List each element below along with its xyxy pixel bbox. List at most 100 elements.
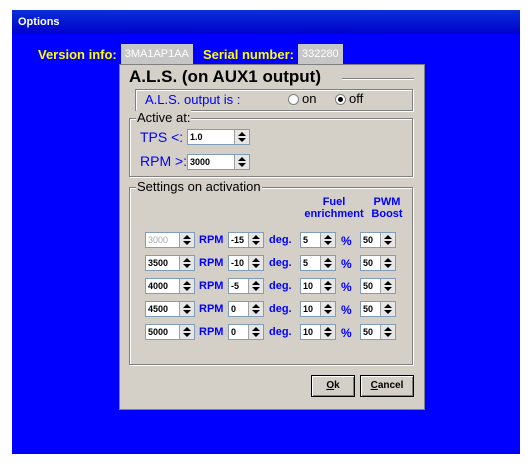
timing-field[interactable]	[228, 324, 264, 340]
timing-input[interactable]	[230, 233, 248, 247]
rpm-step-input[interactable]	[147, 233, 179, 247]
timing-field[interactable]	[228, 232, 264, 248]
spinner[interactable]	[248, 256, 263, 270]
spinner[interactable]	[179, 256, 194, 270]
rpm-step-input[interactable]	[147, 279, 179, 293]
spinner[interactable]	[380, 233, 395, 247]
pwm-field[interactable]	[360, 301, 396, 317]
pwm-header-line2: Boost	[371, 208, 403, 220]
rpm-unit: RPM	[199, 303, 224, 315]
rpm-step-field[interactable]	[145, 278, 195, 294]
rpm-step-input[interactable]	[147, 302, 179, 316]
fuel-header: Fuel enrichment	[304, 196, 364, 220]
pwm-field[interactable]	[360, 278, 396, 294]
fuel-field[interactable]	[300, 324, 336, 340]
spinner[interactable]	[320, 279, 335, 293]
spinner[interactable]	[320, 233, 335, 247]
version-value: 3MA1AP1AA	[120, 44, 193, 64]
radio-on[interactable]	[288, 94, 299, 105]
spinner[interactable]	[179, 302, 194, 316]
deg-unit: deg.	[269, 257, 292, 269]
pwm-input[interactable]	[362, 279, 380, 293]
rpm-threshold-field[interactable]	[187, 154, 250, 170]
spinner[interactable]	[320, 325, 335, 339]
deg-unit: deg.	[269, 326, 292, 338]
deg-unit: deg.	[269, 234, 292, 246]
rpm-threshold-spinner[interactable]	[234, 155, 249, 169]
spinner[interactable]	[380, 325, 395, 339]
rpm-step-input[interactable]	[147, 325, 179, 339]
rpm-step-field[interactable]	[145, 232, 195, 248]
timing-field[interactable]	[228, 278, 264, 294]
rpm-step-input[interactable]	[147, 256, 179, 270]
timing-field[interactable]	[228, 301, 264, 317]
spinner[interactable]	[380, 302, 395, 316]
spinner[interactable]	[179, 279, 194, 293]
spinner[interactable]	[320, 302, 335, 316]
timing-input[interactable]	[230, 302, 248, 316]
pwm-input[interactable]	[362, 325, 380, 339]
settings-legend: Settings on activation	[136, 179, 262, 194]
fuel-field[interactable]	[300, 255, 336, 271]
spinner[interactable]	[380, 256, 395, 270]
pwm-field[interactable]	[360, 324, 396, 340]
pwm-header: PWM Boost	[367, 196, 407, 220]
spinner[interactable]	[179, 233, 194, 247]
timing-input[interactable]	[230, 325, 248, 339]
pwm-input[interactable]	[362, 302, 380, 316]
pwm-input[interactable]	[362, 256, 380, 270]
pwm-field[interactable]	[360, 232, 396, 248]
spinner[interactable]	[320, 256, 335, 270]
timing-input[interactable]	[230, 256, 248, 270]
fuel-header-line2: enrichment	[304, 208, 364, 220]
tps-field[interactable]	[187, 129, 250, 145]
fuel-field[interactable]	[300, 301, 336, 317]
rpm-step-field[interactable]	[145, 255, 195, 271]
spinner[interactable]	[248, 233, 263, 247]
tps-spinner[interactable]	[234, 130, 249, 144]
rpm-step-field[interactable]	[145, 301, 195, 317]
fuel-field[interactable]	[300, 278, 336, 294]
rpm-unit: RPM	[199, 234, 224, 246]
version-row: Version info: 3MA1AP1AA Serial number: 3…	[38, 44, 343, 64]
timing-field[interactable]	[228, 255, 264, 271]
ok-mnemonic: O	[326, 380, 335, 391]
percent-unit: %	[341, 280, 352, 294]
ok-button[interactable]: Ok	[311, 375, 355, 397]
als-title: A.L.S. (on AUX1 output)	[129, 67, 322, 86]
percent-unit: %	[341, 326, 352, 340]
spinner[interactable]	[380, 279, 395, 293]
spinner[interactable]	[248, 325, 263, 339]
rpm-unit: RPM	[199, 280, 224, 292]
percent-unit: %	[341, 257, 352, 271]
spinner[interactable]	[248, 279, 263, 293]
rpm-unit: RPM	[199, 257, 224, 269]
radio-off[interactable]	[335, 94, 346, 105]
fuel-input[interactable]	[302, 325, 320, 339]
title-bar: Options	[12, 10, 520, 34]
rpm-step-field[interactable]	[145, 324, 195, 340]
spinner[interactable]	[248, 302, 263, 316]
fuel-input[interactable]	[302, 233, 320, 247]
timing-input[interactable]	[230, 279, 248, 293]
fuel-input[interactable]	[302, 302, 320, 316]
pwm-input[interactable]	[362, 233, 380, 247]
pwm-field[interactable]	[360, 255, 396, 271]
client-area: Version info: 3MA1AP1AA Serial number: 3…	[12, 34, 520, 454]
fuel-input[interactable]	[302, 279, 320, 293]
fuel-input[interactable]	[302, 256, 320, 270]
rpm-threshold-input[interactable]	[189, 155, 234, 169]
als-output-group: A.L.S. output is : on off	[135, 89, 413, 111]
radio-off-label: off	[349, 91, 364, 106]
version-label: Version info:	[38, 46, 117, 62]
fuel-field[interactable]	[300, 232, 336, 248]
spinner[interactable]	[179, 325, 194, 339]
cancel-button[interactable]: Cancel	[360, 375, 414, 397]
options-window: Options Version info: 3MA1AP1AA Serial n…	[0, 0, 532, 467]
tps-label: TPS <:	[140, 129, 184, 145]
percent-unit: %	[341, 234, 352, 248]
deg-unit: deg.	[269, 280, 292, 292]
tps-input[interactable]	[189, 130, 234, 144]
window-title: Options	[18, 16, 60, 28]
als-output-label: A.L.S. output is :	[145, 92, 241, 107]
